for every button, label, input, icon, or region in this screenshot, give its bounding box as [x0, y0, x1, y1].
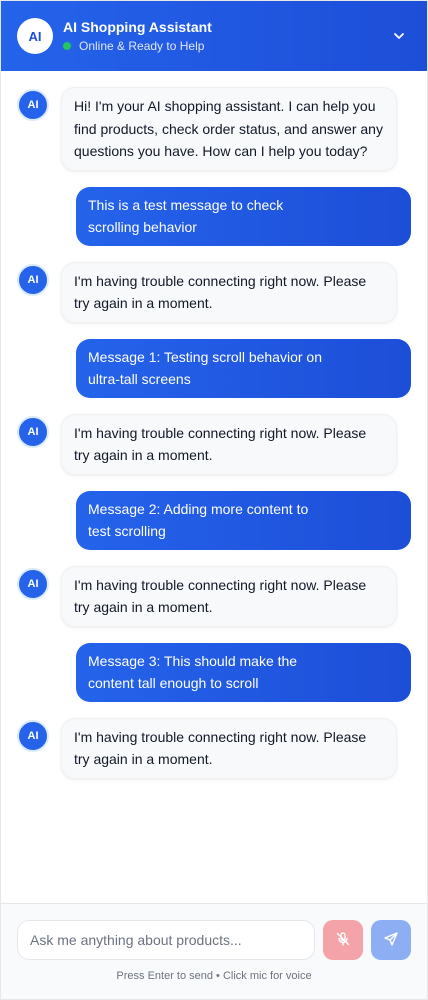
- ai-avatar: AI: [17, 263, 49, 296]
- ai-avatar: AI: [17, 567, 49, 600]
- message-row-ai: AI I'm having trouble connecting right n…: [17, 261, 411, 323]
- ai-avatar: AI: [17, 719, 49, 752]
- ai-message-bubble: I'm having trouble connecting right now.…: [61, 413, 397, 475]
- message-list[interactable]: AI Hi! I'm your AI shopping assistant. I…: [1, 71, 427, 903]
- send-button[interactable]: [371, 920, 411, 960]
- online-status-dot: [63, 42, 71, 50]
- message-row-ai: AI Hi! I'm your AI shopping assistant. I…: [17, 87, 411, 171]
- composer: Press Enter to send • Click mic for voic…: [1, 903, 427, 999]
- message-row-user: Message 3: This should make the content …: [17, 642, 411, 702]
- ai-message-bubble: I'm having trouble connecting right now.…: [61, 261, 397, 323]
- chat-input[interactable]: [17, 920, 315, 960]
- ai-avatar: AI: [17, 89, 49, 121]
- status-text: Online & Ready to Help: [79, 39, 205, 53]
- ai-message-bubble: Hi! I'm your AI shopping assistant. I ca…: [61, 87, 397, 171]
- ai-message-bubble: I'm having trouble connecting right now.…: [61, 717, 397, 779]
- status-line: Online & Ready to Help: [63, 38, 212, 54]
- user-message-bubble: This is a test message to check scrollin…: [76, 186, 411, 246]
- mic-button[interactable]: [323, 920, 363, 960]
- message-row-user: This is a test message to check scrollin…: [17, 186, 411, 246]
- composer-hint: Press Enter to send • Click mic for voic…: [116, 970, 312, 982]
- message-row-user: Message 2: Adding more content to test s…: [17, 490, 411, 550]
- chat-widget: AI AI Shopping Assistant Online & Ready …: [0, 0, 428, 1000]
- header-text: AI Shopping Assistant Online & Ready to …: [63, 18, 212, 54]
- user-message-bubble: Message 1: Testing scroll behavior on ul…: [76, 338, 411, 398]
- message-row-ai: AI I'm having trouble connecting right n…: [17, 565, 411, 627]
- chevron-down-icon[interactable]: [387, 24, 411, 48]
- message-row-ai: AI I'm having trouble connecting right n…: [17, 413, 411, 475]
- mic-off-icon: [335, 931, 351, 950]
- message-row-user: Message 1: Testing scroll behavior on ul…: [17, 338, 411, 398]
- assistant-avatar: AI: [17, 18, 53, 54]
- user-message-bubble: Message 3: This should make the content …: [76, 642, 411, 702]
- send-icon: [383, 931, 399, 950]
- chat-header[interactable]: AI AI Shopping Assistant Online & Ready …: [1, 1, 427, 71]
- user-message-bubble: Message 2: Adding more content to test s…: [76, 490, 411, 550]
- assistant-title: AI Shopping Assistant: [63, 19, 212, 35]
- ai-message-bubble: I'm having trouble connecting right now.…: [61, 565, 397, 627]
- message-row-ai: AI I'm having trouble connecting right n…: [17, 717, 411, 779]
- ai-avatar: AI: [17, 415, 49, 448]
- composer-row: [17, 920, 411, 960]
